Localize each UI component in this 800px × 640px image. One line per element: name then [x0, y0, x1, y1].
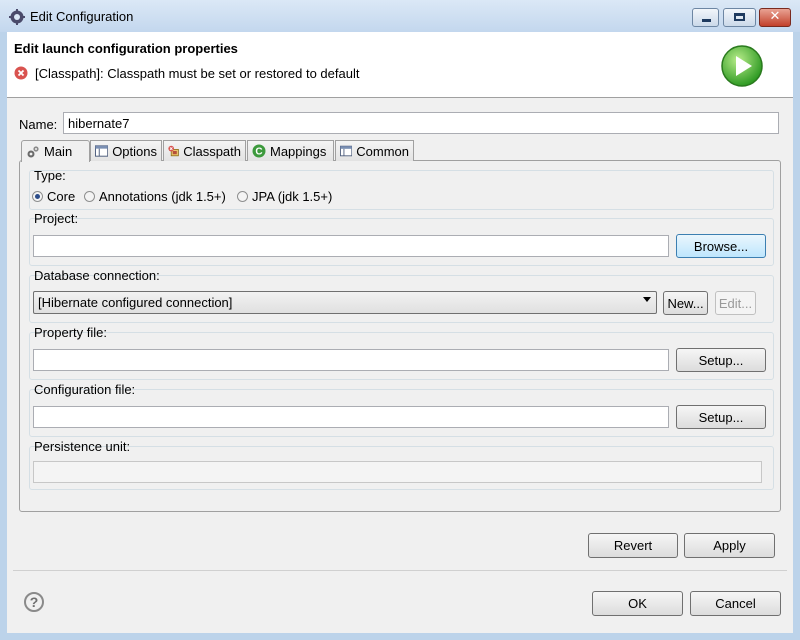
radio-indicator [237, 191, 248, 202]
error-message: [Classpath]: Classpath must be set or re… [35, 66, 360, 81]
persistence-unit-label: Persistence unit: [34, 439, 131, 454]
type-label: Type: [34, 168, 66, 183]
chevron-down-icon [643, 297, 651, 302]
configuration-file-setup-button[interactable]: Setup... [676, 405, 766, 429]
browse-button[interactable]: Browse... [676, 234, 766, 258]
database-label: Database connection: [34, 268, 160, 283]
new-connection-button[interactable]: New... [663, 291, 708, 315]
minimize-button[interactable] [692, 8, 719, 27]
edit-connection-button[interactable]: Edit... [715, 291, 756, 315]
tab-classpath[interactable]: Classpath [163, 140, 246, 161]
help-icon[interactable]: ? [24, 592, 44, 612]
tab-mappings-label: Mappings [270, 143, 327, 159]
tab-common[interactable]: Common [335, 140, 414, 161]
run-icon [721, 45, 763, 87]
radio-indicator [32, 191, 43, 202]
tab-classpath-label: Classpath [183, 143, 241, 159]
common-table-icon [340, 145, 353, 157]
type-annotations-label: Annotations (jdk 1.5+) [99, 189, 226, 204]
close-icon: ✕ [769, 8, 781, 23]
configuration-file-input[interactable] [33, 406, 669, 428]
tab-options-label: Options [112, 143, 157, 159]
project-input[interactable] [33, 235, 669, 257]
name-input[interactable] [63, 112, 779, 134]
tab-common-label: Common [356, 143, 409, 159]
svg-text:C: C [255, 147, 262, 158]
type-annotations-radio[interactable]: Annotations (jdk 1.5+) [84, 189, 226, 204]
persistence-unit-input[interactable] [33, 461, 762, 483]
window-title: Edit Configuration [30, 9, 134, 24]
classpath-error-icon [168, 145, 179, 157]
property-file-input[interactable] [33, 349, 669, 371]
cancel-button[interactable]: Cancel [690, 591, 781, 616]
close-button[interactable]: ✕ [759, 8, 791, 27]
apply-button[interactable]: Apply [684, 533, 775, 558]
main-config-icon [27, 145, 39, 157]
tab-options[interactable]: Options [90, 140, 162, 161]
tab-mappings[interactable]: C Mappings [247, 140, 334, 161]
header-title: Edit launch configuration properties [14, 41, 238, 56]
radio-indicator [84, 191, 95, 202]
eclipse-gear-icon [9, 9, 25, 25]
property-file-setup-button[interactable]: Setup... [676, 348, 766, 372]
type-core-label: Core [47, 189, 76, 204]
ok-button[interactable]: OK [592, 591, 683, 616]
mappings-c-icon: C [252, 144, 266, 158]
database-connection-select[interactable]: [Hibernate configured connection] [33, 291, 657, 314]
project-label: Project: [34, 211, 79, 226]
maximize-icon [734, 13, 745, 21]
revert-button[interactable]: Revert [588, 533, 678, 558]
type-jpa-label: JPA (jdk 1.5+) [252, 189, 333, 204]
property-file-label: Property file: [34, 325, 107, 340]
type-core-radio[interactable]: Core [32, 189, 75, 204]
options-table-icon [95, 145, 109, 157]
tab-main[interactable]: Main [21, 140, 90, 162]
name-label: Name: [19, 117, 58, 132]
tab-main-label: Main [44, 144, 73, 159]
separator [13, 570, 787, 571]
type-jpa-radio[interactable]: JPA (jdk 1.5+) [237, 189, 332, 204]
error-icon [14, 66, 28, 80]
minimize-icon [702, 19, 711, 22]
configuration-file-label: Configuration file: [34, 382, 136, 397]
maximize-button[interactable] [723, 8, 756, 27]
